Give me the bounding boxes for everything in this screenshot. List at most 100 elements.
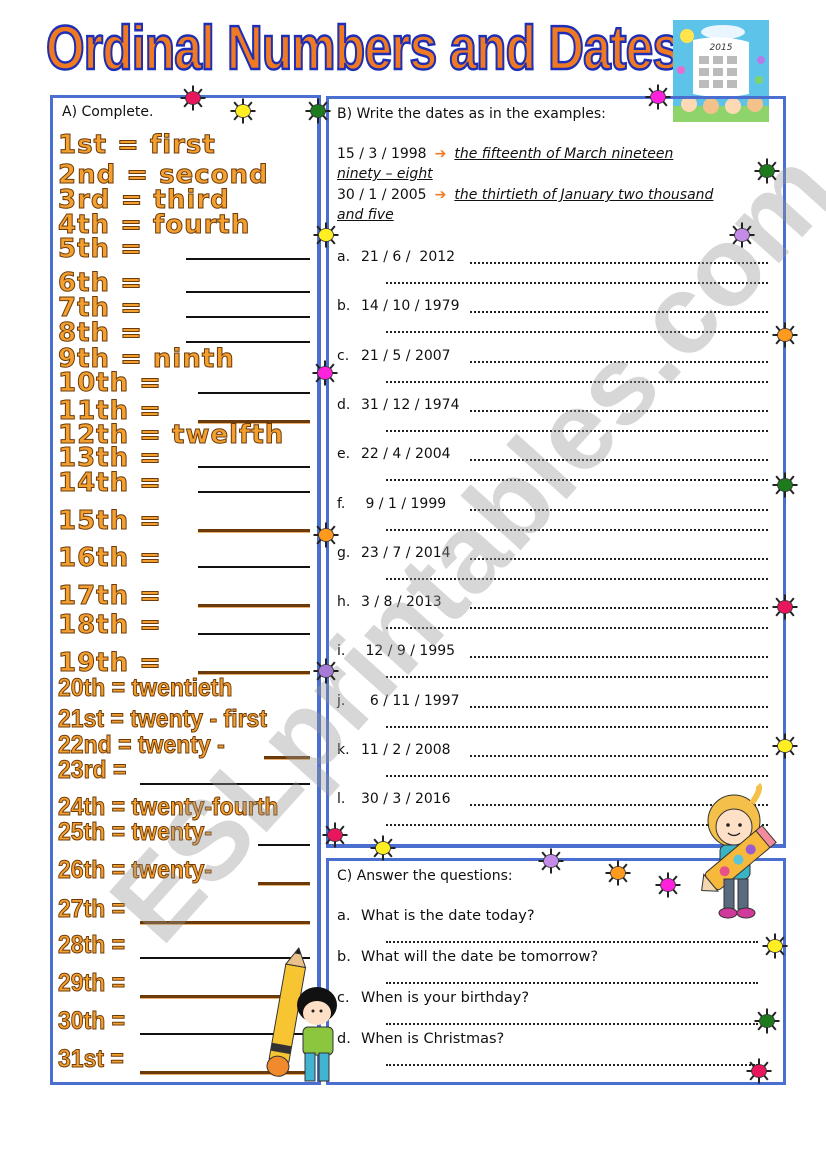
answer-line[interactable]	[386, 627, 768, 629]
answer-blank[interactable]	[264, 756, 310, 760]
answer-line[interactable]	[386, 331, 768, 333]
question: b. What will the date be tomorrow?	[337, 949, 598, 965]
answer-blank[interactable]	[198, 392, 310, 394]
answer-line[interactable]	[470, 558, 768, 560]
answer-line[interactable]	[386, 676, 768, 678]
answer-line[interactable]	[470, 607, 768, 609]
question: a. What is the date today?	[337, 908, 535, 924]
item-date: 14 / 10 / 1979	[361, 298, 460, 314]
answer-line[interactable]	[386, 982, 758, 984]
answer-line[interactable]	[386, 578, 768, 580]
sun-icon	[230, 98, 256, 124]
question-text: What is the date today?	[361, 908, 535, 924]
item-date: 30 / 3 / 2016	[361, 791, 451, 807]
sun-icon	[313, 222, 339, 248]
answer-line[interactable]	[386, 726, 768, 728]
question: d. When is Christmas?	[337, 1031, 504, 1047]
answer-line[interactable]	[386, 282, 768, 284]
answer-blank[interactable]	[198, 466, 310, 468]
ordinal-word: ninth	[152, 344, 235, 374]
section-a-heading: A) Complete.	[62, 104, 154, 120]
ordinal-word: first	[149, 130, 216, 160]
ordinal-word: twenty-	[131, 818, 213, 846]
answer-blank[interactable]	[198, 566, 310, 568]
answer-line[interactable]	[470, 361, 768, 363]
sun-icon	[312, 360, 338, 386]
answer-line[interactable]	[470, 755, 768, 757]
ordinal-row: 1st = first	[58, 130, 216, 160]
answer-blank[interactable]	[140, 783, 310, 785]
item-label: b.	[337, 298, 351, 314]
sun-icon	[538, 848, 564, 874]
answer-line[interactable]	[386, 1023, 758, 1025]
answer-line[interactable]	[386, 529, 768, 531]
answer-blank[interactable]	[140, 921, 310, 925]
example-1: 15 / 3 / 1998 ➔ the fifteenth of March nin…	[337, 146, 673, 162]
answer-blank[interactable]	[198, 491, 310, 493]
item-date: 9 / 1 / 1999	[361, 496, 447, 512]
answer-line[interactable]	[470, 656, 768, 658]
ordinal-number: 29th =	[58, 969, 126, 997]
ordinal-number: 22nd =	[58, 731, 138, 759]
answer-line[interactable]	[386, 1064, 758, 1066]
sun-icon	[180, 85, 206, 111]
arrow-right-icon: ➔	[434, 187, 447, 203]
ordinal-number: 1st =	[58, 130, 150, 160]
answer-line[interactable]	[470, 311, 768, 313]
ordinal-row: 14th =	[58, 470, 162, 497]
item-label: i.	[337, 643, 346, 659]
answer-line[interactable]	[470, 706, 768, 708]
item-date: 12 / 9 / 1995	[361, 643, 456, 659]
answer-blank[interactable]	[186, 258, 310, 260]
item-label: a.	[337, 249, 351, 265]
date-item: a. 21 / 6 / 2012	[337, 249, 455, 265]
sun-icon	[370, 835, 396, 861]
answer-line[interactable]	[386, 941, 758, 943]
ordinal-word: twenty-fourth	[131, 793, 279, 821]
ordinal-row: 24th = twenty-fourth	[58, 793, 279, 821]
date-item: h. 3 / 8 / 2013	[337, 594, 442, 610]
ordinal-row: 25th = twenty-	[58, 818, 213, 846]
sun-icon	[772, 733, 798, 759]
answer-blank[interactable]	[186, 341, 310, 343]
ordinal-row: 16th =	[58, 545, 162, 572]
answer-blank[interactable]	[258, 882, 310, 886]
ordinal-number: 23rd =	[58, 756, 127, 784]
answer-line[interactable]	[470, 509, 768, 511]
ordinal-row: 5th =	[58, 236, 143, 263]
ordinal-row: 8th =	[58, 320, 143, 347]
item-label: e.	[337, 446, 351, 462]
sun-icon	[754, 158, 780, 184]
answer-blank[interactable]	[198, 633, 310, 635]
ordinal-number: 21st =	[58, 705, 131, 733]
ordinal-row: 20th = twentieth	[58, 675, 233, 701]
answer-line[interactable]	[386, 430, 768, 432]
example-answer-continued: and five	[337, 207, 394, 223]
ordinal-row: 23rd =	[58, 756, 127, 784]
sun-icon	[772, 594, 798, 620]
sun-icon	[313, 658, 339, 684]
boy-with-pencil-illustration	[266, 947, 337, 1082]
answer-line[interactable]	[386, 381, 768, 383]
answer-line[interactable]	[470, 410, 768, 412]
arrow-right-icon: ➔	[434, 146, 447, 162]
date-item: i. 12 / 9 / 1995	[337, 643, 455, 659]
sun-icon	[729, 222, 755, 248]
ordinal-number: 15th =	[58, 506, 162, 536]
answer-line[interactable]	[470, 262, 768, 264]
answer-blank[interactable]	[198, 604, 310, 608]
item-label: c.	[337, 348, 350, 364]
answer-line[interactable]	[470, 459, 768, 461]
answer-blank[interactable]	[186, 316, 310, 318]
question-text: When is Christmas?	[361, 1031, 505, 1047]
answer-blank[interactable]	[258, 844, 310, 846]
answer-blank[interactable]	[198, 529, 310, 533]
item-label: l.	[337, 791, 346, 807]
ordinal-number: 31st =	[58, 1045, 125, 1073]
answer-line[interactable]	[386, 775, 768, 777]
example-answer: the thirtieth of January two thousand	[454, 187, 714, 203]
date-item: k. 11 / 2 / 2008	[337, 742, 451, 758]
answer-line[interactable]	[386, 479, 768, 481]
ordinal-number: 24th =	[58, 793, 132, 821]
answer-blank[interactable]	[186, 291, 310, 293]
